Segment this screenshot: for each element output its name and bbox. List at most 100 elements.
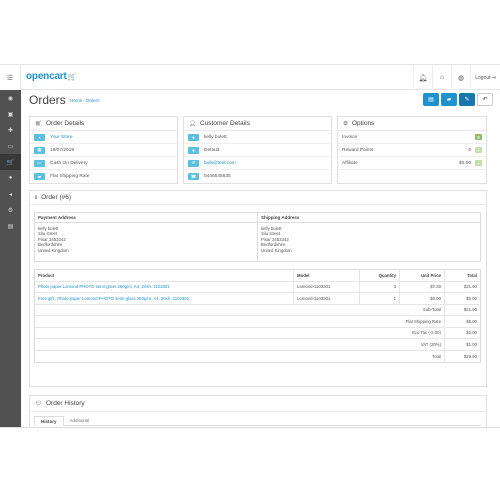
envelope-icon[interactable]: ✉ <box>188 159 199 167</box>
totals-row: Total $29.90 <box>35 350 480 362</box>
panel-heading: 💬︎ Order History <box>30 396 486 412</box>
globe-icon[interactable]: ◍ <box>451 65 470 90</box>
history-tabs: History Additional <box>34 416 481 426</box>
add-reward-button[interactable]: + <box>475 147 482 153</box>
calendar-icon[interactable]: ▦ <box>34 146 45 154</box>
truck-icon[interactable]: ▰ <box>34 173 45 180</box>
sidebar-item-reports-icon[interactable]: ▤ <box>0 218 21 234</box>
shipping-address: kelly bulett Silu street Pisar 3453342 B… <box>261 226 292 253</box>
sidebar-item-design-icon[interactable]: ▭ <box>0 138 21 154</box>
product-model: Lomond-1103301 <box>293 293 359 304</box>
breadcrumb-orders[interactable]: Orders <box>86 98 100 103</box>
header-icons: 🔔︎ ⌂ ◍ Logout ⇥ <box>413 65 500 90</box>
option-row-reward: Reward Points 0 + <box>338 144 486 157</box>
edit-button[interactable]: ✎ <box>459 93 475 106</box>
product-quantity: 1 <box>359 293 399 304</box>
panel-heading: ⚙ Options <box>338 117 486 131</box>
group-icon[interactable]: ● <box>188 146 199 154</box>
cart-icon: 🛒︎ <box>35 120 42 127</box>
payment-address: kelly bulett Silu street Pisar 3453342 B… <box>35 223 258 261</box>
table-row: Free gift : Photo paper Lomond PHOTO sem… <box>35 293 480 305</box>
panel-heading: 🛒︎ Order Details <box>30 117 177 131</box>
credit-card-icon[interactable]: ▭ <box>34 159 45 167</box>
back-button[interactable]: ↶ <box>477 93 493 106</box>
truck-icon: ▰ <box>446 97 452 103</box>
phone-icon[interactable]: ☎ <box>188 173 199 180</box>
reply-icon: ↶ <box>482 97 488 103</box>
product-total: $0.00 <box>444 293 480 304</box>
sidebar-item-system-icon[interactable]: ⚙ <box>0 202 21 218</box>
total-value: $2.00 <box>444 327 480 338</box>
user-icon[interactable]: ● <box>188 133 199 141</box>
page-header: Orders Home / Orders <box>29 93 100 107</box>
total-label: Flat Shipping Rate <box>405 318 441 324</box>
sidebar-item-extensions-icon[interactable]: ✚ <box>0 122 21 138</box>
total-label: Sub-Total <box>422 307 441 313</box>
breadcrumb: Home / Orders <box>70 98 100 103</box>
payment-method: Cash On Delivery <box>50 160 88 166</box>
order-panel: ℹ Order (#6) Payment Address Shipping Add… <box>29 190 487 387</box>
logout-button[interactable]: Logout ⇥ <box>470 65 500 90</box>
option-label: Affiliate <box>342 160 358 166</box>
option-label: Reward Points <box>342 147 374 153</box>
opencart-logo[interactable]: opencart🛒 <box>26 71 76 82</box>
screenshot-frame: opencart🛒 🔔︎ ⌂ ◍ Logout ⇥ ☰ ◉ ▣ ✚ ▭ 🛒 ● ◂… <box>0 64 500 428</box>
bell-icon[interactable]: 🔔︎ <box>413 65 432 90</box>
logout-label: Logout <box>475 74 491 81</box>
shipping-row: ▰ Flat Shipping Rate <box>30 170 177 183</box>
address-table: Payment Address Shipping Address kelly b… <box>34 212 481 262</box>
store-icon[interactable]: ▪ <box>34 133 45 141</box>
customer-group: Default <box>204 147 220 153</box>
store-row: ▪ Your Store <box>30 131 177 144</box>
total-label: Eco Tax (-2.00) <box>411 330 441 336</box>
print-icon: ▤ <box>428 97 434 103</box>
tab-additional[interactable]: Additional <box>64 416 96 425</box>
product-unit-price: $7.30 <box>399 281 444 292</box>
address-body: kelly bulett Silu street Pisar 3453342 B… <box>35 223 480 261</box>
column-model: Model <box>293 270 359 281</box>
total-label: VAT (20%) <box>420 341 441 347</box>
totals-row: Flat Shipping Rate $5.00 <box>35 316 480 328</box>
add-commission-button[interactable]: + <box>475 160 482 166</box>
email-row: ✉ bulk@test.com <box>184 157 331 170</box>
date-added: 19/07/2019 <box>50 147 75 153</box>
top-header: opencart🛒 🔔︎ ⌂ ◍ Logout ⇥ <box>0 65 500 90</box>
sidebar-item-catalog-icon[interactable]: ▣ <box>0 106 21 122</box>
column-quantity: Quantity <box>359 270 399 281</box>
customer-details-panel: 👤︎ Customer Details ● kelly bulett ● Defaul… <box>183 116 332 184</box>
panel-heading: ℹ Order (#6) <box>30 191 486 205</box>
product-link[interactable]: Photo paper Lomond PHOTO semi-gloss 260g… <box>35 284 293 289</box>
product-model: Lomond-1103301 <box>293 281 359 292</box>
sidebar-item-dashboard-icon[interactable]: ◉ <box>0 90 21 106</box>
logo-text: opencart <box>26 71 67 82</box>
total-value: $29.90 <box>444 350 480 362</box>
table-row: Photo paper Lomond PHOTO semi-gloss 260g… <box>35 281 480 293</box>
logout-icon: ⇥ <box>491 74 496 81</box>
column-product: Product <box>38 272 55 278</box>
total-value: $21.90 <box>444 304 480 315</box>
sidebar-item-sales-icon[interactable]: 🛒 <box>0 154 21 170</box>
customer-name: kelly bulett <box>204 134 227 140</box>
panel-title: Order History <box>45 400 85 407</box>
order-details-panel: 🛒︎ Order Details ▪ Your Store ▦ 19/07/2019 … <box>29 116 178 184</box>
menu-toggle-icon[interactable]: ☰ <box>0 65 21 90</box>
product-link[interactable]: Free gift : Photo paper Lomond PHOTO sem… <box>35 296 293 301</box>
sidebar-item-marketing-icon[interactable]: ◂ <box>0 186 21 202</box>
option-value: $0.00 <box>458 160 471 166</box>
generate-invoice-button[interactable]: ⚙ <box>475 134 482 140</box>
print-invoice-button[interactable]: ▤ <box>423 93 439 106</box>
tab-history[interactable]: History <box>34 416 64 426</box>
totals-row: VAT (20%) $1.00 <box>35 339 480 351</box>
store-link[interactable]: Your Store <box>50 135 73 140</box>
option-label: Invoice <box>342 134 358 140</box>
main-content: Orders Home / Orders ▤ ▰ ✎ ↶ 🛒︎ Order Det… <box>21 90 500 427</box>
breadcrumb-home[interactable]: Home <box>70 98 82 103</box>
home-icon[interactable]: ⌂ <box>432 65 451 90</box>
payment-address-label: Payment Address <box>35 213 258 222</box>
customer-email[interactable]: bulk@test.com <box>204 161 236 166</box>
print-shipping-button[interactable]: ▰ <box>441 93 457 106</box>
sidebar-item-customers-icon[interactable]: ● <box>0 170 21 186</box>
breadcrumb-separator: / <box>83 98 85 103</box>
column-total: Total <box>444 270 480 281</box>
customer-phone: 0446545635 <box>204 174 231 179</box>
